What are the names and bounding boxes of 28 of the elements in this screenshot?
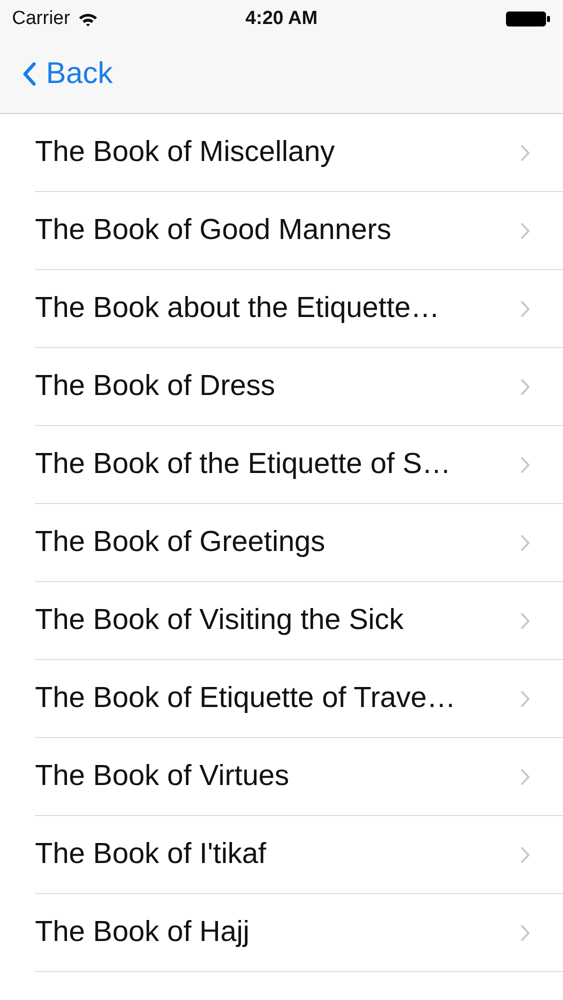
list-item[interactable]: The Book of Etiquette of Trave… bbox=[35, 660, 563, 738]
chevron-icon bbox=[520, 612, 530, 630]
list-item[interactable]: The Book about the Etiquette… bbox=[35, 270, 563, 348]
list-item[interactable]: The Book of Miscellany bbox=[35, 114, 563, 192]
status-time: 4:20 AM bbox=[245, 8, 318, 30]
chevron-icon bbox=[520, 768, 530, 786]
list-item[interactable]: The Book of Good Manners bbox=[35, 192, 563, 270]
chevron-icon bbox=[520, 222, 530, 240]
chevron-icon bbox=[520, 846, 530, 864]
chevron-icon bbox=[520, 300, 530, 318]
chevron-icon bbox=[520, 456, 530, 474]
chevron-icon bbox=[520, 144, 530, 162]
back-button[interactable]: Back bbox=[0, 56, 113, 90]
chevron-icon bbox=[520, 534, 530, 552]
list-item[interactable]: The Book of Dress bbox=[35, 348, 563, 426]
list-item[interactable]: The Book of Virtues bbox=[35, 738, 563, 816]
carrier-label: Carrier bbox=[12, 8, 70, 30]
wifi-icon bbox=[78, 12, 98, 26]
list-item[interactable]: The Book of the Etiquette of S… bbox=[35, 426, 563, 504]
battery-icon bbox=[506, 11, 550, 27]
list-item[interactable]: The Book of I'tikaf bbox=[35, 816, 563, 894]
list-item[interactable]: The Book of Visiting the Sick bbox=[35, 582, 563, 660]
list-item[interactable]: The Book of Hajj bbox=[35, 894, 563, 972]
chevron-icon bbox=[520, 378, 530, 396]
chevron-icon bbox=[520, 690, 530, 708]
list-item[interactable]: The Book of Greetings bbox=[35, 504, 563, 582]
back-chevron-icon[interactable] bbox=[22, 62, 36, 86]
chevron-icon bbox=[520, 924, 530, 942]
